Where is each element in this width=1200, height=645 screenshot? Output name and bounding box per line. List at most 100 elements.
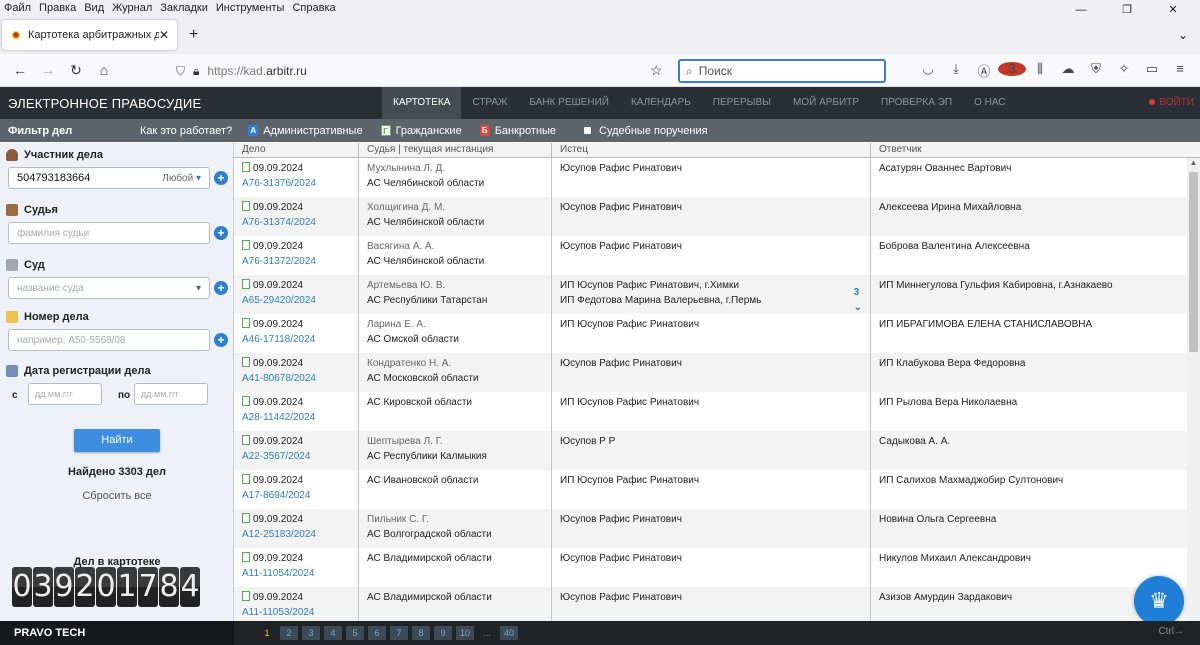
menu-icon[interactable]: ≡ xyxy=(1166,61,1194,80)
orders-checkbox[interactable] xyxy=(584,127,592,134)
address-bar[interactable]: ⛉ 🔒︎ https://kad. arbitr.ru xyxy=(172,59,672,83)
page-link[interactable]: 3 xyxy=(302,626,320,640)
close-tab-icon[interactable]: ✕ xyxy=(159,28,169,42)
page-link[interactable]: 10 xyxy=(456,626,474,640)
how-it-works-link[interactable]: Как это работает? xyxy=(140,125,232,137)
page-link[interactable]: 1 xyxy=(258,626,276,640)
nav-about[interactable]: О НАС xyxy=(963,87,1016,119)
menu-file[interactable]: Файл xyxy=(4,2,31,14)
table-row[interactable]: 09.09.2024 А28-11442/2024 АС Кировской обл… xyxy=(234,392,1200,431)
nav-bank-resheniy[interactable]: БАНК РЕШЕНИЙ xyxy=(518,87,620,119)
forward-icon[interactable]: → xyxy=(34,62,62,78)
add-case-icon[interactable]: + xyxy=(214,333,228,347)
downloads-icon[interactable]: ⤓ xyxy=(942,61,970,80)
nav-calendar[interactable]: КАЛЕНДАРЬ xyxy=(620,87,702,119)
case-number-link[interactable]: А11-11053/2024 xyxy=(242,605,352,620)
case-number-link[interactable]: А41-80678/2024 xyxy=(242,371,352,386)
menu-help[interactable]: Справка xyxy=(292,2,335,14)
case-number-link[interactable]: А28-11442/2024 xyxy=(242,410,352,425)
table-row[interactable]: 09.09.2024 А76-31376/2024 Мухлынина Л. Д. А… xyxy=(234,158,1200,197)
case-number-link[interactable]: А12-25183/2024 xyxy=(242,527,352,542)
filter-civil[interactable]: Г Гражданские xyxy=(380,125,462,137)
nav-my-arbitr[interactable]: МОЙ АРБИТР xyxy=(782,87,870,119)
col-plaintiff[interactable]: Истец xyxy=(552,143,871,157)
date-from-input[interactable]: дд.мм.ггг xyxy=(28,383,102,405)
case-number-link[interactable]: А76-31372/2024 xyxy=(242,254,352,269)
table-row[interactable]: 09.09.2024 А46-17118/2024 Ларина Е. А. АС О… xyxy=(234,314,1200,353)
date-to-input[interactable]: дд.мм.ггг xyxy=(134,383,208,405)
judge-input[interactable]: фамилия судьи xyxy=(8,222,210,244)
extensions-icon[interactable]: ✧ xyxy=(1110,61,1138,80)
table-row[interactable]: 09.09.2024 А11-11053/2024 АС Владимирской … xyxy=(234,587,1200,621)
menu-bookmarks[interactable]: Закладки xyxy=(160,2,208,14)
page-link[interactable]: 5 xyxy=(346,626,364,640)
filter-orders[interactable]: Судебные поручения xyxy=(584,125,708,137)
search-input[interactable]: ⌕ Поиск xyxy=(678,59,886,83)
table-row[interactable]: 09.09.2024 А65-29420/2024 Артемьева Ю. В. А… xyxy=(234,275,1200,314)
add-court-icon[interactable]: + xyxy=(214,281,228,295)
col-case[interactable]: Дело xyxy=(234,143,359,157)
table-row[interactable]: 09.09.2024 А11-11054/2024 АС Владимирской … xyxy=(234,548,1200,587)
menu-view[interactable]: Вид xyxy=(84,2,104,14)
browser-tab[interactable]: Картотека арбитражных дел ✕ xyxy=(2,20,177,50)
page-link[interactable]: 40 xyxy=(500,626,518,640)
shield-ext-icon[interactable]: ⛨ xyxy=(1082,61,1110,80)
pravo-tech-logo[interactable]: PRAVO TECH xyxy=(0,621,234,645)
reset-all-link[interactable]: Сбросить все xyxy=(0,490,234,502)
menu-history[interactable]: Журнал xyxy=(112,2,152,14)
reload-icon[interactable]: ↻ xyxy=(62,62,90,79)
filter-bankrupt[interactable]: Б Банкротные xyxy=(479,125,556,137)
home-icon[interactable]: ⌂ xyxy=(90,62,118,78)
page-link[interactable]: 8 xyxy=(412,626,430,640)
add-participant-icon[interactable]: + xyxy=(214,171,228,185)
library-icon[interactable]: ⫼ xyxy=(1026,61,1054,80)
pocket-icon[interactable]: ◡ xyxy=(914,61,942,80)
table-scrollbar[interactable]: ▲ xyxy=(1187,158,1200,621)
tracking-shield-icon[interactable]: ⛉ xyxy=(176,64,185,79)
page-link[interactable]: 4 xyxy=(324,626,342,640)
table-row[interactable]: 09.09.2024 А41-80678/2024 Кондратенко Н. А… xyxy=(234,353,1200,392)
page-link[interactable]: 7 xyxy=(390,626,408,640)
account-icon[interactable]: Ⓐ xyxy=(970,61,998,80)
scroll-thumb[interactable] xyxy=(1189,172,1198,352)
case-number-link[interactable]: А22-3567/2024 xyxy=(242,449,352,464)
table-row[interactable]: 09.09.2024 А12-25183/2024 Пильник С. Г. АС … xyxy=(234,509,1200,548)
nav-strazh[interactable]: СТРАЖ xyxy=(461,87,518,119)
sidebar-toggle-icon[interactable]: ▭ xyxy=(1138,61,1166,80)
table-row[interactable]: 09.09.2024 А76-31374/2024 Холщигина Д. М. А… xyxy=(234,197,1200,236)
case-number-link[interactable]: А46-17118/2024 xyxy=(242,332,352,347)
new-tab-icon[interactable]: + xyxy=(189,26,198,44)
bookmark-star-icon[interactable]: ☆ xyxy=(650,62,663,79)
case-number-link[interactable]: А11-11054/2024 xyxy=(242,566,352,581)
participant-role-select[interactable]: Любой ▾ xyxy=(162,173,201,184)
find-button[interactable]: Найти xyxy=(74,429,160,452)
court-dropdown-icon[interactable]: ▾ xyxy=(196,283,201,294)
nav-breaks[interactable]: ПЕРЕРЫВЫ xyxy=(702,87,782,119)
case-number-link[interactable]: А76-31376/2024 xyxy=(242,176,352,191)
more-plaintiffs-toggle[interactable]: 3 ⌄ xyxy=(854,285,862,315)
page-link[interactable]: 6 xyxy=(368,626,386,640)
extension-badge-icon[interactable]: 3 xyxy=(998,61,1026,80)
table-row[interactable]: 09.09.2024 А22-3567/2024 Шептырева Л. Г. АС… xyxy=(234,431,1200,470)
case-number-link[interactable]: А65-29420/2024 xyxy=(242,293,352,308)
case-number-link[interactable]: А17-8694/2024 xyxy=(242,488,352,503)
filter-admin[interactable]: A Административные xyxy=(248,125,363,137)
nav-check-ep[interactable]: ПРОВЕРКА ЭП xyxy=(870,87,963,119)
tab-list-chevron-icon[interactable]: ⌄ xyxy=(1178,28,1188,42)
sync-icon[interactable]: ☁ xyxy=(1054,61,1082,80)
case-number-link[interactable]: А76-31374/2024 xyxy=(242,215,352,230)
col-defendant[interactable]: Ответчик xyxy=(871,143,1186,157)
page-link[interactable]: 9 xyxy=(434,626,452,640)
scroll-up-icon[interactable]: ▲ xyxy=(1187,158,1200,167)
coat-of-arms-button[interactable]: ♛ xyxy=(1134,576,1184,626)
table-row[interactable]: 09.09.2024 А17-8694/2024 АС Ивановской обл… xyxy=(234,470,1200,509)
table-row[interactable]: 09.09.2024 А76-31372/2024 Васягина А. А. АС… xyxy=(234,236,1200,275)
lock-icon[interactable]: 🔒︎ xyxy=(193,64,199,79)
site-brand[interactable]: ЭЛЕКТРОННОЕ ПРАВОСУДИЕ xyxy=(0,96,382,111)
case-number-input[interactable]: например, А50-5568/08 xyxy=(8,329,210,351)
menu-edit[interactable]: Правка xyxy=(39,2,76,14)
court-input[interactable]: название суда ▾ xyxy=(8,277,210,299)
col-judge[interactable]: Судья | текущая инстанция xyxy=(359,143,552,157)
participant-input[interactable]: 504793183664 Любой ▾ xyxy=(8,167,210,189)
menu-tools[interactable]: Инструменты xyxy=(216,2,285,14)
